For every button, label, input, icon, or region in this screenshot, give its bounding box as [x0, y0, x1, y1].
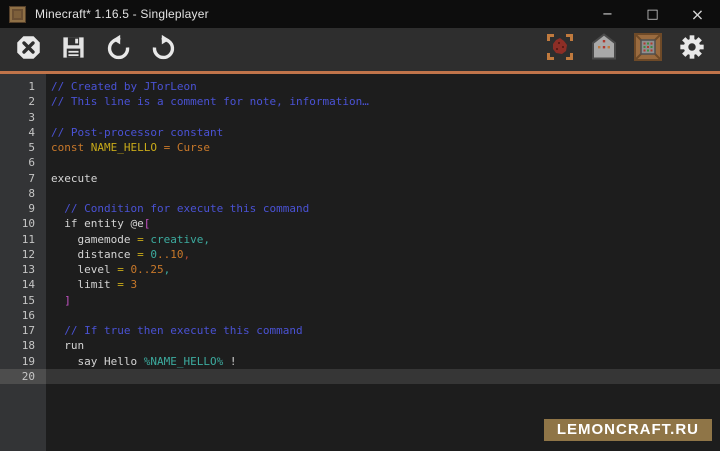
code-text: limit = 3 — [46, 277, 720, 292]
code-text: run — [46, 338, 720, 353]
code-line: 3 — [0, 110, 720, 125]
line-number: 12 — [0, 247, 46, 262]
code-text: if entity @e[ — [46, 216, 720, 231]
line-number: 11 — [0, 232, 46, 247]
crafting-block-button[interactable] — [633, 35, 663, 65]
line-number: 3 — [0, 110, 46, 125]
redstone-select-button[interactable] — [545, 35, 575, 65]
code-line: 5const NAME_HELLO = Curse — [0, 140, 720, 155]
toolbar-right-group — [545, 35, 707, 65]
code-line: 2// This line is a comment for note, inf… — [0, 94, 720, 109]
minimize-button[interactable]: − — [585, 0, 630, 28]
code-line: 19 say Hello %NAME_HELLO% ! — [0, 354, 720, 369]
code-line: 7execute — [0, 171, 720, 186]
code-text: const NAME_HELLO = Curse — [46, 140, 720, 155]
code-line: 11 gamemode = creative, — [0, 232, 720, 247]
code-text: // This line is a comment for note, info… — [46, 94, 720, 109]
close-octagon-icon — [15, 34, 42, 66]
code-text: level = 0..25, — [46, 262, 720, 277]
line-number: 8 — [0, 186, 46, 201]
code-line: 15 ] — [0, 293, 720, 308]
line-number: 13 — [0, 262, 46, 277]
line-number: 18 — [0, 338, 46, 353]
toolbar-left-group — [0, 35, 178, 65]
code-text: execute — [46, 171, 720, 186]
line-number: 1 — [0, 79, 46, 94]
code-line: 10 if entity @e[ — [0, 216, 720, 231]
window-controls: − □ × — [585, 0, 720, 28]
minecraft-app-icon — [9, 6, 26, 23]
undo-button[interactable] — [103, 35, 133, 65]
title-bar: Minecraft* 1.16.5 - Singleplayer − □ × — [0, 0, 720, 28]
code-text — [46, 110, 720, 125]
line-number: 5 — [0, 140, 46, 155]
line-number: 9 — [0, 201, 46, 216]
settings-button[interactable] — [677, 35, 707, 65]
close-file-button[interactable] — [13, 35, 43, 65]
toolbar — [0, 28, 720, 74]
code-line: 20 — [0, 369, 720, 384]
save-floppy-icon — [60, 34, 87, 66]
maximize-button[interactable]: □ — [630, 0, 675, 28]
code-text — [46, 155, 720, 170]
line-number: 20 — [0, 369, 46, 384]
code-text: // If true then execute this command — [46, 323, 720, 338]
redstone-target-icon — [545, 32, 575, 67]
lemoncraft-watermark: LEMONCRAFT.RU — [544, 419, 712, 441]
undo-icon — [105, 34, 132, 66]
line-number: 15 — [0, 293, 46, 308]
minecraft-editor-window: Minecraft* 1.16.5 - Singleplayer − □ × — [0, 0, 720, 451]
structure-home-button[interactable] — [589, 35, 619, 65]
code-text — [46, 369, 720, 384]
code-text — [46, 308, 720, 323]
code-text: distance = 0..10, — [46, 247, 720, 262]
code-line: 13 level = 0..25, — [0, 262, 720, 277]
save-button[interactable] — [58, 35, 88, 65]
code-text: say Hello %NAME_HELLO% ! — [46, 354, 720, 369]
code-text: ] — [46, 293, 720, 308]
close-button[interactable]: × — [675, 0, 720, 28]
code-lines: 1// Created by JTorLeon2// This line is … — [0, 74, 720, 384]
code-editor[interactable]: 1// Created by JTorLeon2// This line is … — [0, 74, 720, 451]
line-number: 16 — [0, 308, 46, 323]
code-line: 12 distance = 0..10, — [0, 247, 720, 262]
code-text: // Condition for execute this command — [46, 201, 720, 216]
code-line: 6 — [0, 155, 720, 170]
line-number: 2 — [0, 94, 46, 109]
home-structure-icon — [589, 32, 619, 67]
code-line: 1// Created by JTorLeon — [0, 79, 720, 94]
line-number: 14 — [0, 277, 46, 292]
code-text — [46, 186, 720, 201]
code-line: 16 — [0, 308, 720, 323]
redo-icon — [150, 34, 177, 66]
code-text: // Created by JTorLeon — [46, 79, 720, 94]
window-title: Minecraft* 1.16.5 - Singleplayer — [35, 7, 209, 21]
line-number: 4 — [0, 125, 46, 140]
gear-icon — [678, 33, 706, 66]
code-line: 9 // Condition for execute this command — [0, 201, 720, 216]
code-line: 14 limit = 3 — [0, 277, 720, 292]
line-number: 19 — [0, 354, 46, 369]
code-line: 4// Post-processor constant — [0, 125, 720, 140]
code-text: // Post-processor constant — [46, 125, 720, 140]
line-number: 7 — [0, 171, 46, 186]
code-line: 18 run — [0, 338, 720, 353]
code-text: gamemode = creative, — [46, 232, 720, 247]
crafting-table-icon — [633, 32, 663, 67]
line-number: 17 — [0, 323, 46, 338]
code-line: 17 // If true then execute this command — [0, 323, 720, 338]
redo-button[interactable] — [148, 35, 178, 65]
line-number: 10 — [0, 216, 46, 231]
code-line: 8 — [0, 186, 720, 201]
line-number: 6 — [0, 155, 46, 170]
